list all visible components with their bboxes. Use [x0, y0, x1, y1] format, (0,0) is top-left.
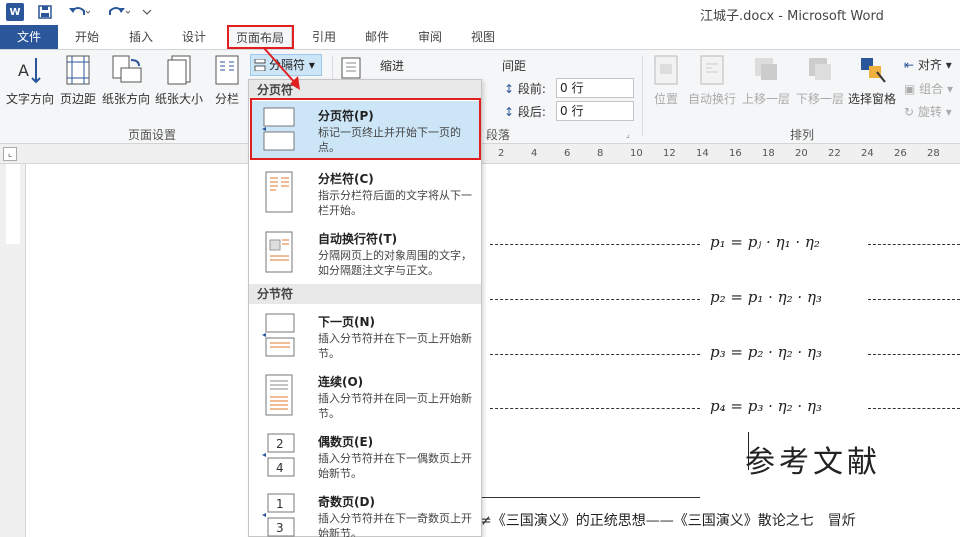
- tab-view[interactable]: 视图: [460, 25, 506, 49]
- tab-review[interactable]: 审阅: [407, 25, 453, 49]
- title-bar: W 江城子.docx - Microsoft Word: [0, 0, 960, 25]
- vertical-ruler[interactable]: [0, 164, 26, 537]
- ruler-tick-label: 24: [861, 148, 874, 159]
- text-direction-button[interactable]: A 文字方向: [4, 54, 56, 107]
- columns-button[interactable]: 分栏: [210, 54, 244, 107]
- space-after-label: ↕ 段后:: [504, 105, 546, 119]
- undo-icon[interactable]: [64, 3, 94, 21]
- spacing-label: 间距: [502, 59, 527, 73]
- arrange-group-label: 排列: [790, 128, 815, 142]
- highlight-page-break-box: [250, 98, 481, 160]
- svg-text:3: 3: [276, 521, 284, 535]
- space-before-label: ↕ 段前:: [504, 82, 546, 96]
- ruler-tick-label: 12: [663, 148, 676, 159]
- ruler-tick-label: 20: [795, 148, 808, 159]
- formula-line-4: p₄ = p₃ · η₂ · η₃: [490, 397, 960, 421]
- margins-icon: [66, 55, 90, 85]
- ruler-tick-label: 2: [498, 148, 505, 159]
- ruler-tick-label: 10: [630, 148, 643, 159]
- rotate-button[interactable]: ↻ 旋转 ▾: [904, 103, 952, 120]
- columns-icon: [215, 55, 239, 85]
- paper-size-button[interactable]: 纸张大小: [154, 54, 204, 107]
- reference-line: ≠《三国演义》的正统思想——《三国演义》散论之七 冒炘: [480, 513, 856, 529]
- bring-forward-button[interactable]: 上移一层: [740, 54, 792, 107]
- formula-line-1: p₁ = pⱼ · η₁ · η₂: [490, 233, 960, 257]
- ruler-tick-label: 28: [927, 148, 940, 159]
- send-backward-button[interactable]: 下移一层: [794, 54, 846, 107]
- formula-line-2: p₂ = p₁ · η₂ · η₃: [490, 288, 960, 312]
- ruler-tick-label: 26: [894, 148, 907, 159]
- references-heading: 参考文献: [745, 445, 881, 480]
- svg-text:A: A: [18, 61, 29, 80]
- menu-item-column-break[interactable]: 分栏符(C) 指示分栏符后面的文字将从下一栏开始。: [250, 164, 480, 222]
- formula-line-3: p₃ = p₂ · η₂ · η₃: [490, 343, 960, 367]
- send-backward-icon: [809, 58, 831, 80]
- column-break-icon: [265, 171, 293, 213]
- customize-qat-icon[interactable]: [140, 3, 154, 21]
- save-icon[interactable]: [36, 3, 54, 21]
- next-page-icon: [262, 313, 295, 357]
- svg-text:2: 2: [276, 437, 284, 451]
- ruler-tick-label: 18: [762, 148, 775, 159]
- svg-text:1: 1: [276, 497, 284, 511]
- tab-design[interactable]: 设计: [171, 25, 217, 49]
- margins-button[interactable]: 页边距: [58, 54, 98, 107]
- text-direction-icon: A: [18, 58, 41, 84]
- position-button[interactable]: 位置: [648, 54, 684, 107]
- redo-icon[interactable]: [104, 3, 134, 21]
- selection-pane-icon: [861, 58, 886, 83]
- svg-text:4: 4: [276, 461, 284, 475]
- section-section-breaks: 分节符: [249, 284, 481, 304]
- word-app-icon[interactable]: W: [6, 3, 24, 21]
- ruler-tick-label: 16: [729, 148, 742, 159]
- orientation-button[interactable]: 纸张方向: [100, 54, 152, 107]
- continuous-icon: [265, 374, 293, 416]
- ruler-tick-label: 22: [828, 148, 841, 159]
- position-icon: [654, 55, 678, 85]
- paragraph-launcher-icon[interactable]: ⌟: [626, 130, 630, 139]
- selection-pane-button[interactable]: 选择窗格: [846, 54, 898, 107]
- odd-page-icon: 13: [262, 493, 295, 537]
- menu-item-odd-page[interactable]: 13 奇数页(D) 插入分节符并在下一奇数页上开始新节。: [250, 487, 480, 537]
- align-button[interactable]: ⇤ 对齐 ▾: [904, 56, 952, 73]
- paragraph-group-label: 段落: [486, 128, 511, 142]
- tab-mailings[interactable]: 邮件: [354, 25, 400, 49]
- ribbon-tabs: 文件 开始 插入 设计 页面布局 引用 邮件 审阅 视图: [0, 25, 960, 50]
- window-title: 江城子.docx - Microsoft Word: [700, 9, 884, 24]
- tab-home[interactable]: 开始: [64, 25, 110, 49]
- space-after-input[interactable]: 0 行: [556, 101, 634, 121]
- even-page-icon: 24: [262, 433, 295, 477]
- paper-size-icon: [167, 55, 191, 85]
- indent-label: 缩进: [380, 59, 405, 73]
- menu-item-text-wrapping-break[interactable]: 自动换行符(T) 分隔网页上的对象周围的文字，如分隔题注文字与正文。: [250, 224, 480, 282]
- ruler-tick-label: 14: [696, 148, 709, 159]
- text-wrapping-break-icon: [265, 231, 293, 273]
- ruler-tick-label: 6: [564, 148, 571, 159]
- annotation-arrow: [263, 47, 300, 90]
- page-setup-group-label: 页面设置: [128, 128, 177, 142]
- space-before-input[interactable]: 0 行: [556, 78, 634, 98]
- footnote-separator: [480, 497, 700, 498]
- menu-item-next-page[interactable]: 下一页(N) 插入分节符并在下一页上开始新节。: [250, 307, 480, 365]
- ruler-tick-label: 8: [597, 148, 604, 159]
- bring-forward-icon: [755, 58, 777, 80]
- orientation-icon: [112, 55, 142, 83]
- group-button[interactable]: ▣ 组合 ▾: [904, 80, 953, 97]
- menu-item-continuous[interactable]: 连续(O) 插入分节符并在同一页上开始新节。: [250, 367, 480, 425]
- wrap-text-button[interactable]: 自动换行: [686, 54, 738, 107]
- tab-file[interactable]: 文件: [0, 25, 58, 49]
- menu-item-even-page[interactable]: 24 偶数页(E) 插入分节符并在下一偶数页上开始新节。: [250, 427, 480, 485]
- ruler-tick-label: 4: [531, 148, 538, 159]
- wrap-text-icon: [700, 55, 724, 85]
- tab-selector[interactable]: ⌞: [3, 147, 17, 161]
- tab-insert[interactable]: 插入: [118, 25, 164, 49]
